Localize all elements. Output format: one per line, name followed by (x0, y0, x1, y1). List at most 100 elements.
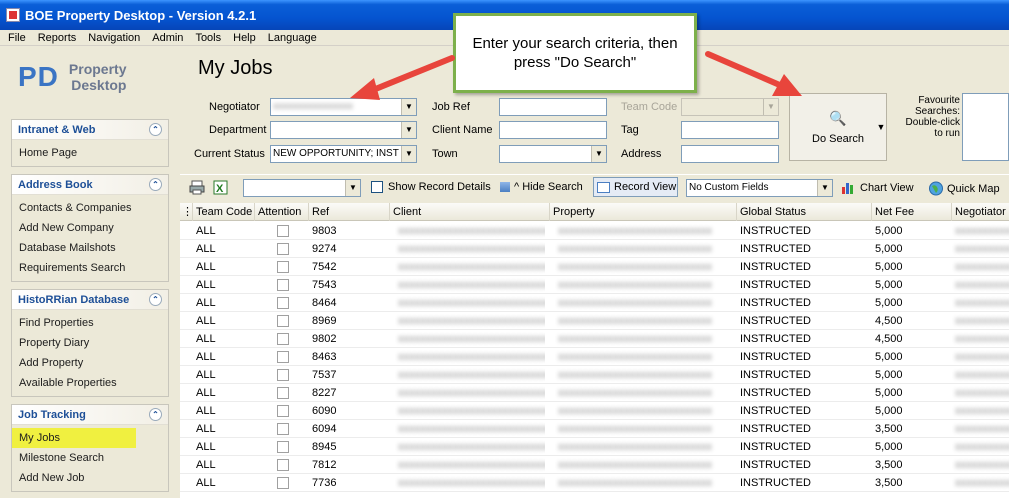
attention-checkbox[interactable] (277, 333, 289, 345)
nav-group-header[interactable]: Job Tracking ⌃ (12, 405, 168, 425)
table-row[interactable]: ALL 8945 INSTRUCTED 5,000 xxxxxxxxxxxxxxxxxx… (180, 438, 1009, 456)
sidebar-item-add-new-job[interactable]: Add New Job (12, 468, 168, 488)
table-row[interactable]: ALL 8227 INSTRUCTED 5,000 xxxxxxxxxxxxxxxxxx… (180, 384, 1009, 402)
tag-input[interactable] (681, 121, 779, 139)
sidebar-item-milestone-search[interactable]: Milestone Search (12, 448, 168, 468)
sidebar-item-property-diary[interactable]: Property Diary (12, 333, 168, 353)
attention-checkbox[interactable] (277, 369, 289, 381)
nav-group-header[interactable]: Address Book ⌃ (12, 175, 168, 195)
attention-checkbox[interactable] (277, 279, 289, 291)
globe-icon (929, 181, 943, 196)
menu-admin[interactable]: Admin (146, 32, 189, 44)
excel-export-icon[interactable]: X (213, 180, 229, 195)
column-header-global-status[interactable]: Global Status (737, 203, 872, 221)
chevron-down-icon[interactable]: ▼ (401, 122, 416, 138)
attention-checkbox[interactable] (277, 423, 289, 435)
menu-language[interactable]: Language (262, 32, 323, 44)
attention-checkbox[interactable] (277, 315, 289, 327)
sidebar-item-add-property[interactable]: Add Property (12, 353, 168, 373)
hide-search-button[interactable]: ^ Hide Search (500, 181, 583, 193)
table-row[interactable]: ALL 7736 INSTRUCTED 3,500 xxxxxxxxxxxxxxxxxx… (180, 474, 1009, 492)
chevron-down-icon[interactable]: ▼ (401, 146, 416, 162)
sidebar-item-my-jobs[interactable]: My Jobs (12, 428, 136, 448)
column-header-client[interactable]: Client (390, 203, 550, 221)
table-row[interactable]: ALL 6090 INSTRUCTED 5,000 xxxxxxxxxxxxxxxxxx… (180, 402, 1009, 420)
sidebar-item-available-properties[interactable]: Available Properties (12, 373, 168, 393)
table-row[interactable]: ALL 8464 INSTRUCTED 5,000 xxxxxxxxxxxxxxxxxx… (180, 294, 1009, 312)
show-record-details-checkbox[interactable] (371, 181, 383, 193)
menu-help[interactable]: Help (227, 32, 262, 44)
record-view-button[interactable]: Record View (593, 177, 678, 197)
table-row[interactable]: ALL 7537 INSTRUCTED 5,000 xxxxxxxxxxxxxxxxxx… (180, 366, 1009, 384)
hide-search-icon (500, 182, 510, 192)
chevron-down-icon[interactable]: ▼ (817, 180, 832, 196)
table-row[interactable]: ALL 7812 INSTRUCTED 3,500 xxxxxxxxxxxxxxxxxx… (180, 456, 1009, 474)
attention-checkbox[interactable] (277, 351, 289, 363)
nav-group-header[interactable]: Intranet & Web ⌃ (12, 120, 168, 140)
sidebar-item-add-company[interactable]: Add New Company (12, 218, 168, 238)
client-name-label: Client Name (432, 124, 493, 136)
sidebar-item-mailshots[interactable]: Database Mailshots (12, 238, 168, 258)
attention-checkbox[interactable] (277, 477, 289, 489)
attention-checkbox[interactable] (277, 387, 289, 399)
table-row[interactable]: ALL 7543 INSTRUCTED 5,000 xxxxxxxxxxxxxxxxxx… (180, 276, 1009, 294)
menu-reports[interactable]: Reports (32, 32, 83, 44)
collapse-chevron-icon[interactable]: ⌃ (149, 408, 162, 421)
collapse-chevron-icon[interactable]: ⌃ (149, 123, 162, 136)
table-row[interactable]: ALL 6094 INSTRUCTED 3,500 xxxxxxxxxxxxxxxxxx… (180, 420, 1009, 438)
attention-checkbox[interactable] (277, 261, 289, 273)
chevron-down-icon[interactable]: ▼ (345, 180, 360, 196)
address-input[interactable] (681, 145, 779, 163)
nav-group-header[interactable]: HistoRRian Database ⌃ (12, 290, 168, 310)
menu-tools[interactable]: Tools (189, 32, 227, 44)
menu-file[interactable]: File (2, 32, 32, 44)
column-header-ref[interactable]: Ref (309, 203, 390, 221)
table-row[interactable]: ALL 8969 INSTRUCTED 4,500 xxxxxxxxxxxxxxxxxx… (180, 312, 1009, 330)
town-select[interactable]: ▼ (499, 145, 607, 163)
column-header-team-code[interactable]: Team Code (193, 203, 255, 221)
table-row[interactable]: ALL 7542 INSTRUCTED 5,000 xxxxxxxxxxxxxxxxxx… (180, 258, 1009, 276)
cell-property-redacted: xxxxxxxxxxxxxxxxxxxxxxxxxxxx (558, 459, 712, 471)
column-header-negotiator[interactable]: Negotiator (952, 203, 1009, 221)
department-select[interactable]: ▼ (270, 121, 417, 139)
sidebar-item-contacts[interactable]: Contacts & Companies (12, 198, 168, 218)
column-header-attention[interactable]: Attention (255, 203, 309, 221)
quick-map-button[interactable]: Quick Map (928, 181, 1000, 196)
logo-mark: PD (18, 61, 59, 92)
menu-navigation[interactable]: Navigation (82, 32, 146, 44)
column-chooser-icon[interactable]: ⋮ (180, 203, 193, 221)
favourite-searches-list[interactable] (962, 93, 1009, 161)
sidebar-item-home-page[interactable]: Home Page (12, 143, 168, 163)
column-header-property[interactable]: Property (550, 203, 737, 221)
current-status-select[interactable]: NEW OPPORTUNITY; INST ▼ (270, 145, 417, 163)
saved-view-select[interactable]: ▼ (243, 179, 361, 197)
attention-checkbox[interactable] (277, 225, 289, 237)
chevron-down-icon[interactable]: ▼ (591, 146, 606, 162)
attention-checkbox[interactable] (277, 243, 289, 255)
attention-checkbox[interactable] (277, 441, 289, 453)
table-row[interactable]: ALL 9802 INSTRUCTED 4,500 xxxxxxxxxxxxxxxxxx… (180, 330, 1009, 348)
cell-ref: 8945 (312, 441, 337, 453)
cell-team-code: ALL (196, 243, 216, 255)
table-row[interactable]: ALL 9803 INSTRUCTED 5,000 xxxxxxxxxxxxxxxxxx… (180, 222, 1009, 240)
collapse-chevron-icon[interactable]: ⌃ (149, 293, 162, 306)
print-icon[interactable] (189, 180, 205, 195)
do-search-dropdown-icon[interactable]: ▼ (873, 93, 889, 161)
chart-view-button[interactable]: Chart View (841, 181, 914, 194)
attention-checkbox[interactable] (277, 297, 289, 309)
cell-client-redacted: xxxxxxxxxxxxxxxxxxxxxxxxxxxx (398, 441, 545, 453)
custom-fields-select[interactable]: No Custom Fields ▼ (686, 179, 833, 197)
sidebar-item-find-properties[interactable]: Find Properties (12, 313, 168, 333)
show-record-details-toggle[interactable]: Show Record Details (371, 181, 491, 193)
table-row[interactable]: ALL 8463 INSTRUCTED 5,000 xxxxxxxxxxxxxxxxxx… (180, 348, 1009, 366)
cell-team-code: ALL (196, 297, 216, 309)
client-name-input[interactable] (499, 121, 607, 139)
column-header-net-fee[interactable]: Net Fee (872, 203, 952, 221)
job-ref-input[interactable] (499, 98, 607, 116)
table-row[interactable]: ALL 9274 INSTRUCTED 5,000 xxxxxxxxxxxxxxxxxx… (180, 240, 1009, 258)
attention-checkbox[interactable] (277, 405, 289, 417)
collapse-chevron-icon[interactable]: ⌃ (149, 178, 162, 191)
sidebar-item-requirements[interactable]: Requirements Search (12, 258, 168, 278)
hide-search-label: ^ Hide Search (514, 181, 583, 193)
attention-checkbox[interactable] (277, 459, 289, 471)
